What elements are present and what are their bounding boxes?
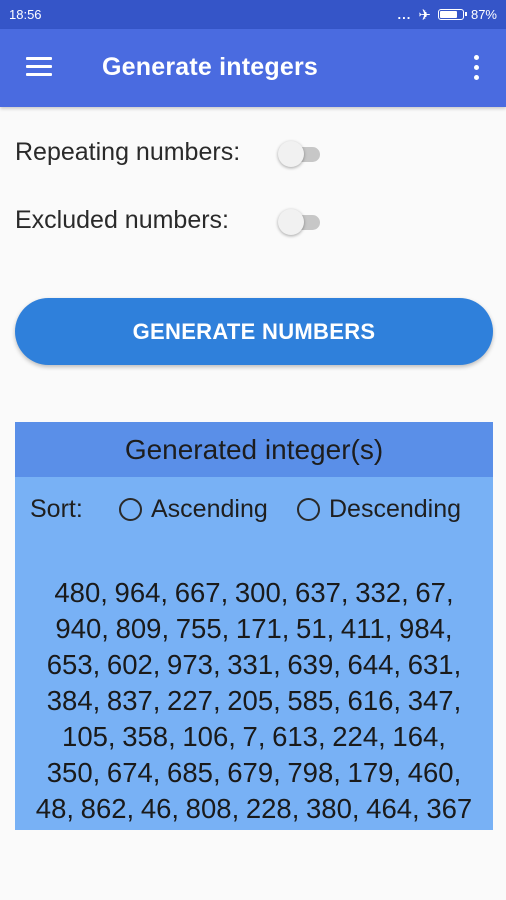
status-time: 18:56	[9, 7, 42, 22]
numbers-line: 480, 964, 667, 300, 637, 332, 67,	[54, 577, 454, 608]
radio-circle-icon	[297, 498, 320, 521]
more-vert-icon[interactable]	[464, 51, 488, 85]
hamburger-menu-icon[interactable]	[22, 49, 58, 85]
sort-descending-radio[interactable]: Descending	[297, 495, 461, 524]
page-title: Generate integers	[102, 53, 318, 81]
numbers-line: 105, 358, 106, 7, 613, 224, 164,	[62, 721, 446, 752]
battery-fill	[439, 11, 457, 18]
numbers-line: 940, 809, 755, 171, 51, 411, 984,	[55, 613, 453, 644]
result-header: Generated integer(s)	[15, 422, 493, 477]
radio-circle-icon	[119, 498, 142, 521]
sort-label: Sort:	[30, 495, 83, 523]
battery-icon	[437, 9, 467, 20]
battery-percent: 87%	[470, 7, 497, 22]
numbers-line: 653, 602, 973, 331, 639, 644, 631,	[46, 649, 462, 680]
ascending-label: Ascending	[151, 495, 268, 523]
status-bar: 18:56 ... ✈ 87%	[0, 0, 506, 29]
numbers-line: 48, 862, 46, 808, 228, 380, 464, 367	[35, 793, 473, 824]
generated-numbers: 480, 964, 667, 300, 637, 332, 67, 940, 8…	[15, 575, 493, 827]
excluded-numbers-label: Excluded numbers:	[15, 206, 230, 234]
excluded-numbers-switch[interactable]	[278, 207, 324, 237]
sort-row: Sort: Ascending Descending	[15, 493, 493, 527]
repeating-numbers-label: Repeating numbers:	[15, 138, 241, 166]
airplane-icon: ✈	[418, 6, 431, 24]
numbers-line: 350, 674, 685, 679, 798, 179, 460,	[46, 757, 462, 788]
notification-dots: ...	[397, 7, 412, 22]
switch-thumb	[278, 209, 304, 235]
numbers-line: 384, 837, 227, 205, 585, 616, 347,	[46, 685, 462, 716]
status-icons: ... ✈ 87%	[398, 6, 497, 24]
repeating-numbers-switch[interactable]	[278, 139, 324, 169]
app-bar: Generate integers	[0, 29, 506, 107]
generate-numbers-button[interactable]: GENERATE NUMBERS	[15, 298, 493, 365]
descending-label: Descending	[329, 495, 462, 523]
sort-ascending-radio[interactable]: Ascending	[119, 495, 268, 524]
result-panel: Generated integer(s) Sort: Ascending Des…	[15, 422, 493, 830]
switch-thumb	[278, 141, 304, 167]
